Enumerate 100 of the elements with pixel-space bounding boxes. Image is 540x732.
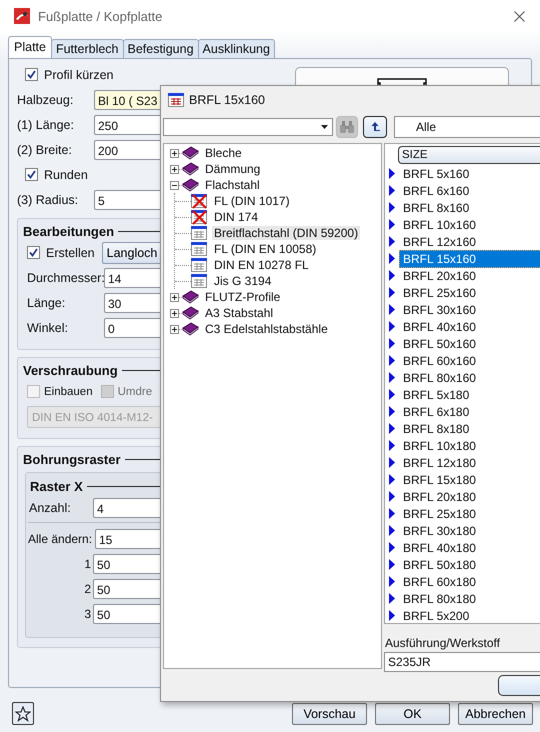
book-icon bbox=[182, 162, 199, 176]
row-arrow-icon bbox=[389, 457, 395, 468]
close-icon[interactable] bbox=[514, 10, 525, 22]
field-label: 1 bbox=[83, 556, 92, 570]
tab[interactable]: Platte bbox=[8, 36, 52, 58]
checkbox-label: Einbauen bbox=[44, 386, 93, 398]
tree-item[interactable]: Jis G 3194 bbox=[212, 274, 274, 288]
checkbox[interactable] bbox=[25, 168, 38, 181]
checkbox[interactable] bbox=[25, 68, 38, 81]
binoculars-icon bbox=[339, 120, 355, 134]
book-icon bbox=[182, 290, 199, 304]
row-arrow-icon bbox=[389, 542, 395, 553]
list-item[interactable]: BRFL 5x200 bbox=[399, 606, 540, 624]
expand-icon[interactable] bbox=[170, 148, 179, 158]
expand-icon[interactable] bbox=[170, 324, 179, 334]
field-label: Winkel: bbox=[26, 320, 69, 334]
row-arrow-icon bbox=[389, 474, 395, 485]
checkbox[interactable] bbox=[27, 385, 40, 398]
list-item[interactable]: BRFL 12x180 bbox=[399, 454, 540, 472]
list-item[interactable]: BRFL 30x180 bbox=[399, 522, 540, 540]
window-title: Fußplatte / Kopfplatte bbox=[38, 8, 164, 24]
row-arrow-icon bbox=[389, 321, 395, 332]
group-title: Bohrungsraster bbox=[23, 452, 122, 466]
list-item[interactable]: BRFL 20x180 bbox=[399, 488, 540, 506]
list-item[interactable]: BRFL 12x160 bbox=[399, 232, 540, 250]
row-arrow-icon bbox=[389, 287, 395, 298]
popup-button[interactable] bbox=[498, 674, 540, 696]
collapse-icon[interactable] bbox=[170, 180, 179, 190]
tree-item[interactable]: Bleche bbox=[203, 146, 244, 160]
checkbox-label: Umdre bbox=[118, 386, 152, 398]
list-item[interactable]: BRFL 25x180 bbox=[399, 504, 540, 522]
list-item[interactable]: BRFL 8x160 bbox=[399, 198, 540, 216]
filter-dropdown[interactable]: Alle bbox=[394, 116, 540, 138]
list-item[interactable]: BRFL 5x180 bbox=[399, 386, 540, 404]
expand-icon[interactable] bbox=[170, 164, 179, 174]
tree-item[interactable]: Breitflachstahl (DIN 59200) bbox=[212, 226, 360, 240]
column-header[interactable]: SIZE bbox=[398, 146, 540, 164]
field-label: 2 bbox=[83, 582, 92, 596]
checkbox-label: Erstellen bbox=[46, 246, 95, 260]
list-item[interactable]: BRFL 5x160 bbox=[399, 164, 540, 182]
list-item[interactable]: BRFL 60x180 bbox=[399, 572, 540, 590]
list-item[interactable]: BRFL 6x160 bbox=[399, 182, 540, 200]
profile-drawing bbox=[377, 78, 427, 87]
row-arrow-icon bbox=[389, 168, 395, 179]
row-arrow-icon bbox=[389, 610, 395, 621]
row-arrow-icon bbox=[389, 270, 395, 281]
checkbox[interactable] bbox=[27, 246, 40, 259]
tree-item[interactable]: A3 Stabstahl bbox=[203, 306, 276, 320]
list-item[interactable]: BRFL 15x180 bbox=[399, 470, 540, 488]
catalog-dropdown[interactable] bbox=[163, 118, 333, 136]
list-item[interactable]: BRFL 50x180 bbox=[399, 556, 540, 574]
row-arrow-icon bbox=[389, 304, 395, 315]
list-item[interactable]: BRFL 25x160 bbox=[399, 284, 540, 302]
list-item[interactable]: BRFL 50x160 bbox=[399, 334, 540, 352]
book-icon bbox=[182, 146, 199, 160]
dialog-button[interactable]: OK bbox=[375, 702, 450, 724]
tree-item[interactable]: DIN EN 10278 FL bbox=[212, 258, 311, 272]
input-field[interactable]: S235JR bbox=[384, 652, 540, 672]
dialog-button[interactable]: Abbrechen bbox=[458, 702, 533, 724]
row-arrow-icon bbox=[389, 236, 395, 247]
row-arrow-icon bbox=[389, 508, 395, 519]
tree-item[interactable]: FLUTZ-Profile bbox=[203, 290, 282, 304]
list-item[interactable]: BRFL 20x160 bbox=[399, 266, 540, 284]
favorite-button[interactable] bbox=[12, 702, 34, 725]
list-item[interactable]: BRFL 40x160 bbox=[399, 318, 540, 336]
list-item[interactable]: BRFL 40x180 bbox=[399, 538, 540, 556]
row-arrow-icon bbox=[389, 491, 395, 502]
list-item[interactable]: BRFL 30x160 bbox=[399, 300, 540, 318]
tab[interactable]: Futterblech bbox=[50, 39, 124, 58]
checkbox-label: Profil kürzen bbox=[44, 68, 114, 82]
list-item[interactable]: BRFL 80x160 bbox=[399, 368, 540, 386]
list-item[interactable]: BRFL 8x180 bbox=[399, 420, 540, 438]
list-item[interactable]: BRFL 10x180 bbox=[399, 436, 540, 454]
list-item[interactable]: BRFL 10x160 bbox=[399, 216, 540, 234]
tree-item[interactable]: FL (DIN EN 10058) bbox=[212, 242, 318, 256]
expand-icon[interactable] bbox=[170, 308, 179, 318]
tree-item[interactable]: Flachstahl bbox=[203, 178, 262, 192]
list-item[interactable]: BRFL 80x180 bbox=[399, 590, 540, 608]
row-arrow-icon bbox=[389, 406, 395, 417]
tab[interactable]: Ausklinkung bbox=[198, 39, 275, 58]
row-arrow-icon bbox=[389, 372, 395, 383]
list-item[interactable]: BRFL 6x180 bbox=[399, 402, 540, 420]
search-button[interactable] bbox=[336, 116, 358, 138]
field-label: (1) Länge: bbox=[17, 118, 75, 132]
field-label: Ausführung/Werkstoff bbox=[384, 636, 501, 650]
row-arrow-icon bbox=[389, 338, 395, 349]
tab[interactable]: Befestigung bbox=[122, 39, 199, 58]
expand-icon[interactable] bbox=[170, 292, 179, 302]
up-button[interactable] bbox=[363, 116, 387, 138]
list-item[interactable]: BRFL 60x160 bbox=[399, 352, 540, 370]
field-label: Länge: bbox=[26, 296, 66, 310]
row-arrow-icon bbox=[389, 253, 395, 264]
group-title: Verschraubung bbox=[23, 362, 119, 378]
tree-item[interactable]: Dämmung bbox=[203, 162, 262, 176]
row-arrow-icon bbox=[389, 525, 395, 536]
dialog-button[interactable]: Vorschau bbox=[292, 702, 367, 724]
tree-item[interactable]: C3 Edelstahlstabstähle bbox=[203, 322, 330, 336]
tree-item[interactable]: FL (DIN 1017) bbox=[212, 194, 292, 208]
tree-item[interactable]: DIN 174 bbox=[212, 210, 260, 224]
list-item[interactable]: BRFL 15x160 bbox=[399, 250, 540, 268]
